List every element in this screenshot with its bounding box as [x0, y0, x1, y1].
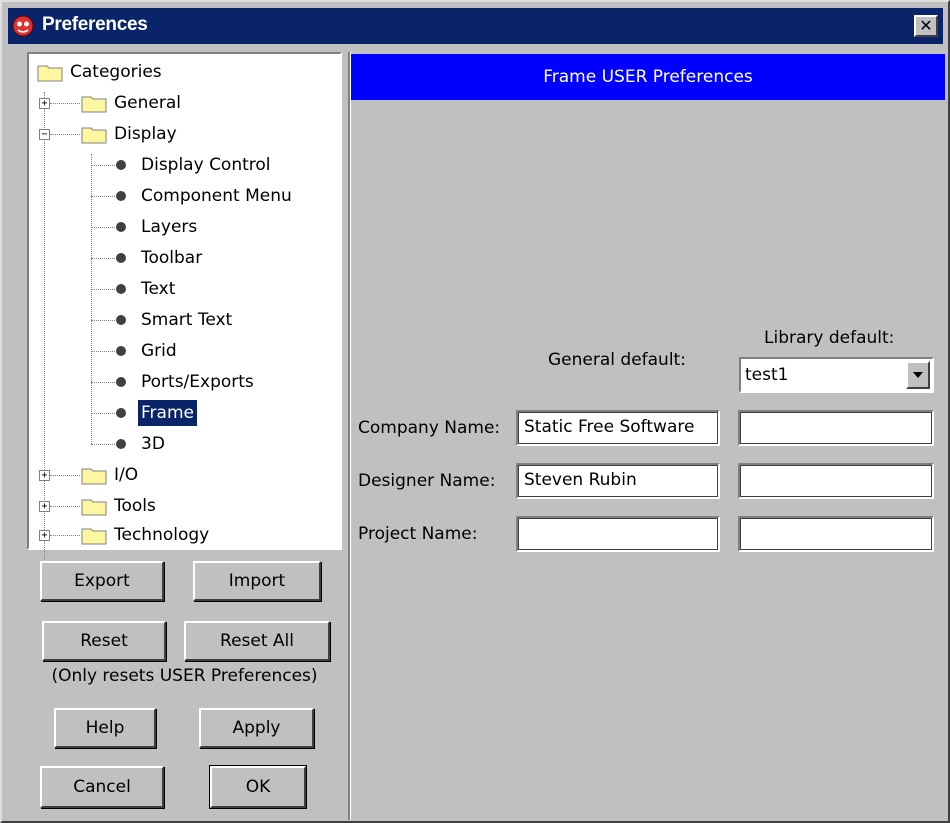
- reset-all-button[interactable]: Reset All: [184, 621, 330, 661]
- window-title: Preferences: [42, 14, 148, 35]
- leaf-bullet-icon: [116, 439, 126, 449]
- leaf-bullet-icon: [116, 191, 126, 201]
- leaf-bullet-icon: [116, 315, 126, 325]
- expand-plus-icon[interactable]: +: [39, 98, 50, 109]
- tree-root-label: Categories: [70, 62, 162, 82]
- tree-connector: [91, 382, 115, 383]
- tree-item-label: 3D: [141, 434, 165, 454]
- tree-connector: [44, 92, 45, 562]
- company-name-general-field[interactable]: Static Free Software: [516, 410, 720, 446]
- tree-item-label: General: [114, 93, 181, 113]
- tree-item-label: Display Control: [141, 155, 271, 175]
- tree-item-label: I/O: [114, 465, 139, 485]
- library-default-label: Library default:: [764, 328, 895, 348]
- category-tree[interactable]: Categories + General − Display Display C…: [27, 52, 342, 562]
- leaf-bullet-icon: [116, 346, 126, 356]
- tree-connector: [91, 154, 92, 444]
- tree-item-label: Toolbar: [141, 248, 203, 268]
- panel-header: Frame USER Preferences: [351, 54, 945, 100]
- leaf-bullet-icon: [116, 222, 126, 232]
- cancel-button[interactable]: Cancel: [40, 766, 164, 808]
- leaf-bullet-icon: [116, 377, 126, 387]
- folder-icon: [81, 468, 107, 485]
- company-name-label: Company Name:: [358, 418, 501, 438]
- folder-icon: [81, 96, 107, 113]
- panel-divider: [348, 52, 351, 820]
- expand-plus-icon[interactable]: +: [39, 530, 50, 541]
- close-icon: ✕: [919, 16, 933, 35]
- expand-plus-icon[interactable]: +: [39, 470, 50, 481]
- project-name-label: Project Name:: [358, 524, 478, 544]
- folder-icon: [81, 528, 107, 545]
- tree-item-label: Layers: [141, 217, 198, 237]
- reset-note: (Only resets USER Preferences): [51, 666, 318, 686]
- general-default-label: General default:: [548, 350, 686, 370]
- tree-connector: [91, 444, 115, 445]
- import-button[interactable]: Import: [193, 561, 321, 601]
- library-select[interactable]: test1: [739, 357, 934, 393]
- tree-item-label: Display: [114, 124, 177, 144]
- tree-item-label: Tools: [114, 496, 156, 516]
- ok-button[interactable]: OK: [209, 765, 307, 809]
- tree-connector: [50, 535, 80, 536]
- tree-connector: [91, 258, 115, 259]
- leaf-bullet-icon: [116, 160, 126, 170]
- company-name-library-field[interactable]: [738, 410, 934, 446]
- tree-item-label: Grid: [141, 341, 177, 361]
- leaf-bullet-icon: [116, 253, 126, 263]
- designer-name-library-field[interactable]: [738, 463, 934, 499]
- tree-connector: [91, 227, 115, 228]
- tree-connector: [91, 351, 115, 352]
- folder-icon: [37, 65, 63, 82]
- open-folder-icon: [81, 127, 107, 144]
- project-name-general-field[interactable]: [516, 516, 720, 552]
- leaf-bullet-icon: [116, 408, 126, 418]
- tree-connector: [50, 134, 80, 135]
- preferences-window: Preferences ✕ Categories + General − Dis…: [0, 0, 950, 823]
- tree-item-label: Smart Text: [141, 310, 233, 330]
- tree-connector: [50, 475, 80, 476]
- tree-connector: [91, 320, 115, 321]
- tree-connector: [50, 103, 80, 104]
- tree-connector: [91, 165, 115, 166]
- close-button[interactable]: ✕: [914, 15, 938, 37]
- tree-connector: [50, 506, 80, 507]
- help-button[interactable]: Help: [54, 708, 156, 748]
- folder-icon: [81, 499, 107, 516]
- collapse-minus-icon[interactable]: −: [39, 129, 50, 140]
- designer-name-label: Designer Name:: [358, 471, 496, 491]
- tree-item-label: Technology: [114, 525, 210, 545]
- title-bar[interactable]: Preferences ✕: [8, 8, 943, 44]
- reset-button[interactable]: Reset: [42, 621, 166, 661]
- tree-item-label: Text: [141, 279, 176, 299]
- tree-item-label: Component Menu: [141, 186, 292, 206]
- expand-plus-icon[interactable]: +: [39, 501, 50, 512]
- chevron-down-icon[interactable]: [906, 361, 930, 389]
- apply-button[interactable]: Apply: [199, 708, 314, 748]
- export-button[interactable]: Export: [40, 561, 164, 601]
- electric-app-icon: [12, 15, 34, 37]
- library-select-value: test1: [745, 365, 789, 385]
- tree-connector: [91, 196, 115, 197]
- designer-name-general-field[interactable]: Steven Rubin: [516, 463, 720, 499]
- tree-connector: [91, 413, 115, 414]
- tree-connector: [91, 289, 115, 290]
- project-name-library-field[interactable]: [738, 516, 934, 552]
- tree-item-label: Ports/Exports: [141, 372, 254, 392]
- tree-item-label-selected: Frame: [137, 399, 198, 427]
- leaf-bullet-icon: [116, 284, 126, 294]
